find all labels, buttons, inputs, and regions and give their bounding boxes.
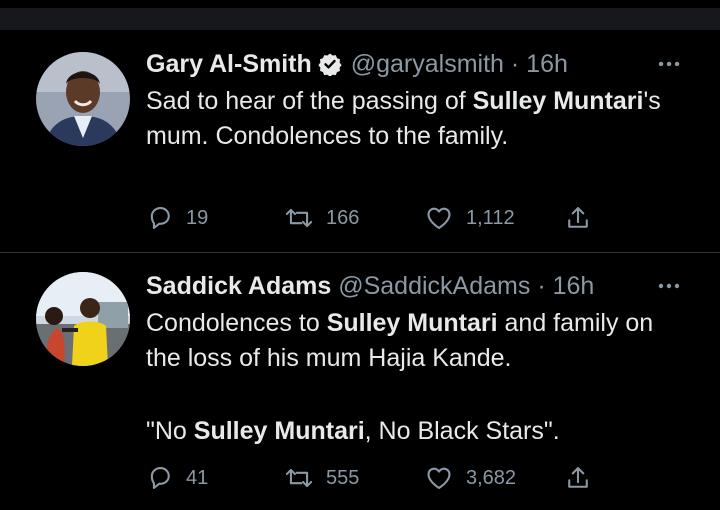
top-bar <box>0 0 720 30</box>
share-icon <box>568 467 588 488</box>
retweet-icon <box>285 468 313 488</box>
retweet-button[interactable]: 555 <box>284 462 359 494</box>
retweet-icon <box>285 208 313 228</box>
tweet-text-part: , No Black Stars". <box>364 417 560 445</box>
like-count: 1,112 <box>466 206 515 229</box>
tweet-actions: 19 166 1,112 <box>146 202 616 234</box>
tweet-header: Gary Al-Smith @garyalsmith · 16h <box>146 46 568 82</box>
tweet-text: Condolences to Sulley Muntari and family… <box>146 306 694 376</box>
tweet-text-part: Condolences to <box>146 309 327 337</box>
verified-badge-icon <box>318 50 342 86</box>
like-button[interactable]: 1,112 <box>424 202 515 234</box>
tweet-quote-line: "No Sulley Muntari, No Black Stars". <box>146 414 694 449</box>
separator-dot: · <box>537 272 546 300</box>
tweet-text-part: "No <box>146 417 194 445</box>
tweet-text: Sad to hear of the passing of Sulley Mun… <box>146 84 694 154</box>
reply-count: 41 <box>186 466 209 489</box>
tweet-header: Saddick Adams @SaddickAdams · 16h <box>146 268 594 304</box>
heart-icon <box>427 207 451 229</box>
retweet-button[interactable]: 166 <box>284 202 359 234</box>
author-handle[interactable]: @SaddickAdams <box>338 272 530 300</box>
tweet-gary[interactable]: Gary Al-Smith @garyalsmith · 16h Sad to … <box>0 46 720 246</box>
timestamp[interactable]: 16h <box>526 50 568 78</box>
separator-dot: · <box>510 50 520 78</box>
reply-count: 19 <box>186 206 209 229</box>
tweet-text-part: Sad to hear of the passing of <box>146 87 473 115</box>
tweet-actions: 41 555 3,682 <box>146 462 616 494</box>
more-options-icon[interactable] <box>654 52 684 76</box>
heart-icon <box>427 467 451 489</box>
author-name[interactable]: Saddick Adams <box>146 272 331 300</box>
share-icon <box>568 207 588 228</box>
reply-button[interactable]: 41 <box>146 462 208 494</box>
tweet-divider <box>0 252 720 253</box>
more-options-icon[interactable] <box>654 274 684 298</box>
reply-icon <box>150 467 170 489</box>
retweet-count: 555 <box>326 466 360 489</box>
avatar[interactable] <box>36 272 130 366</box>
like-count: 3,682 <box>466 466 517 489</box>
tweet-text-bold: Sulley Muntari <box>326 309 498 337</box>
avatar[interactable] <box>36 52 130 146</box>
reply-icon <box>150 207 170 229</box>
retweet-count: 166 <box>326 206 360 229</box>
share-button[interactable] <box>564 462 592 494</box>
timestamp[interactable]: 16h <box>553 272 595 300</box>
reply-button[interactable]: 19 <box>146 202 208 234</box>
author-handle[interactable]: @garyalsmith <box>351 50 504 78</box>
tweet-text-bold: Sulley Muntari <box>193 417 365 445</box>
top-bar-strip <box>0 8 720 30</box>
avatar-photo-icon <box>36 52 130 146</box>
avatar-photo-icon <box>36 272 130 366</box>
tweet-saddick[interactable]: Saddick Adams @SaddickAdams · 16h Condol… <box>0 268 720 510</box>
like-button[interactable]: 3,682 <box>424 462 516 494</box>
tweet-text-bold: Sulley Muntari <box>472 87 644 115</box>
share-button[interactable] <box>564 202 592 234</box>
author-name[interactable]: Gary Al-Smith <box>146 50 312 78</box>
